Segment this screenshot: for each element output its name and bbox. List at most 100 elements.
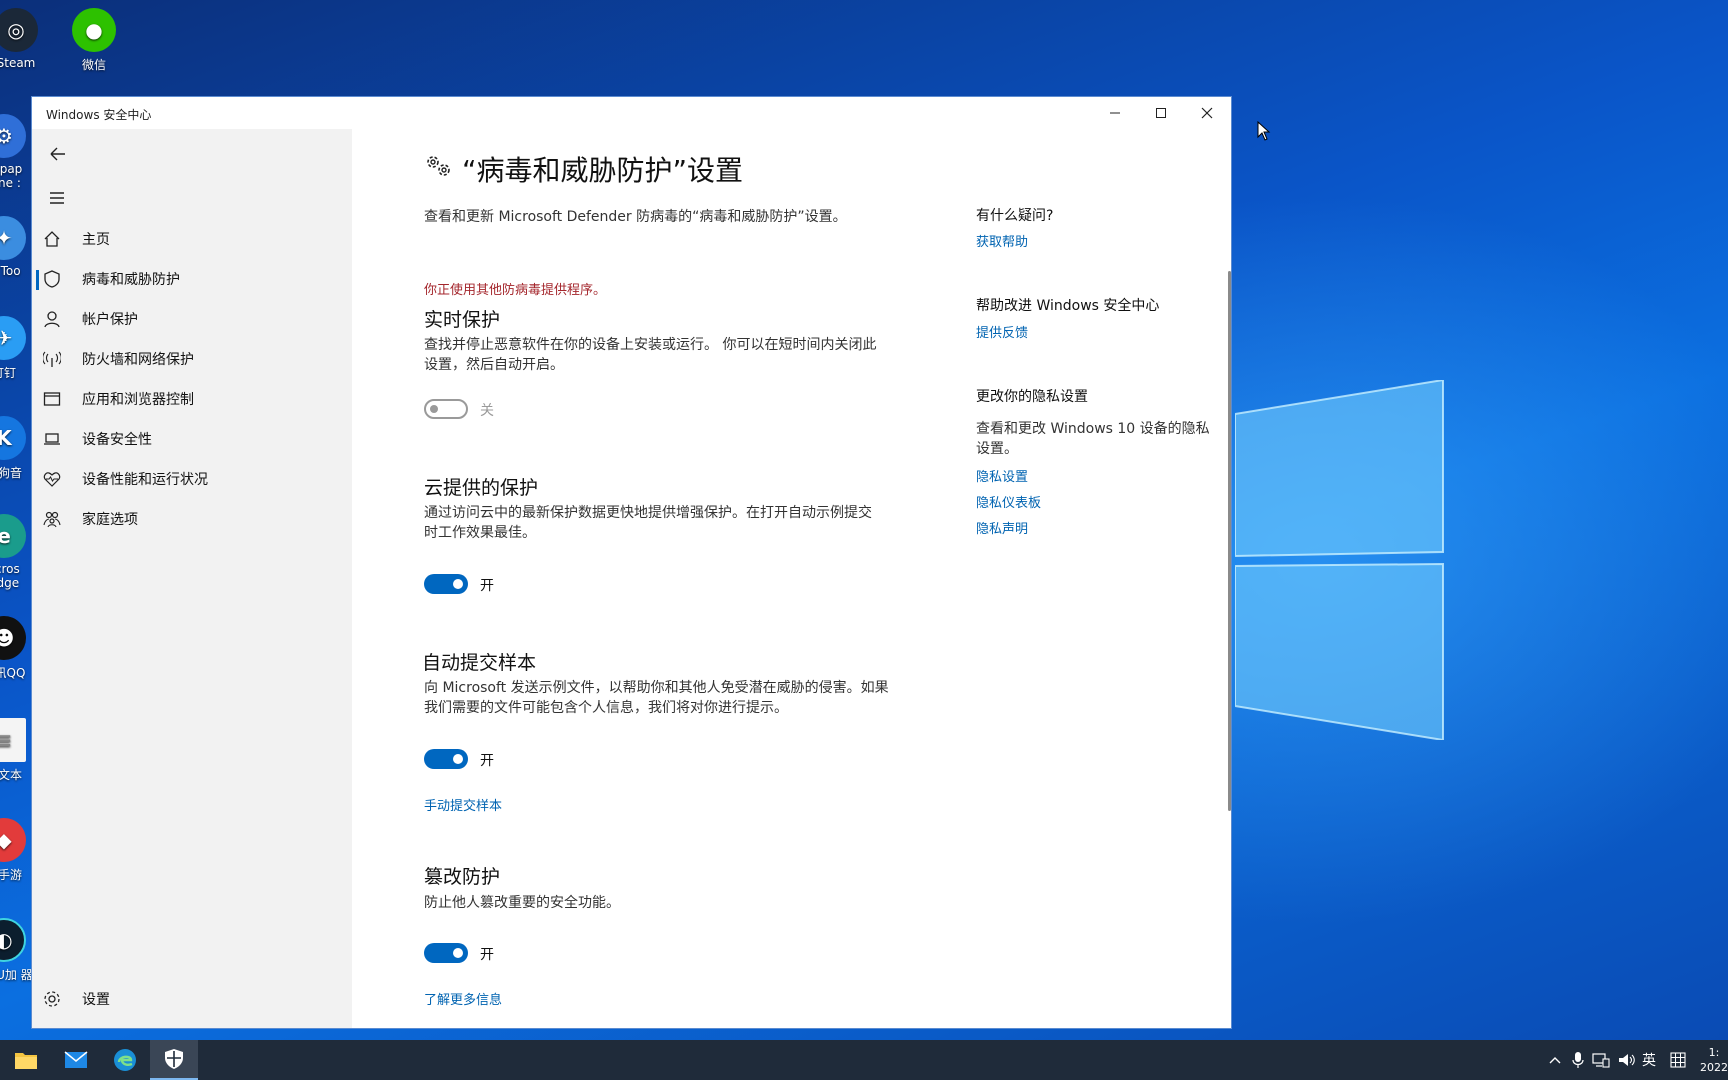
maximize-icon xyxy=(1156,108,1166,118)
sidebar-item-label: 帐户保护 xyxy=(82,312,138,328)
sidebar-item-account-protection[interactable]: 帐户保护 xyxy=(32,299,352,339)
clock-date: 2022 xyxy=(1700,1061,1728,1074)
desktop-icon-tools[interactable]: ✦ tt Too xyxy=(0,212,34,278)
chevron-up-icon xyxy=(1549,1057,1561,1064)
sidebar-item-device-performance[interactable]: 设备性能和运行状况 xyxy=(32,459,352,499)
browser-window-icon xyxy=(42,389,62,409)
section-title-realtime: 实时保护 xyxy=(424,309,501,331)
desktop-icon-uu-booster[interactable]: ◐ 易UU加 器 xyxy=(0,914,34,983)
maximize-button[interactable] xyxy=(1138,97,1184,129)
heart-pulse-icon xyxy=(42,469,62,489)
main-content: “病毒和威胁防护”设置 查看和更新 Microsoft Defender 防病毒… xyxy=(352,129,1231,1028)
kugou-icon: K xyxy=(0,416,26,460)
desktop-icon-label: 讯手游 xyxy=(0,868,22,882)
privacy-settings-link[interactable]: 隐私设置 xyxy=(976,466,1028,485)
scrollbar[interactable] xyxy=(1228,271,1231,811)
person-icon xyxy=(42,309,62,329)
folder-icon xyxy=(15,1053,37,1069)
security-center-window: Windows 安全中心 主页 病毒和威胁防护 帐户保护 防火墙和网络保护 应用… xyxy=(31,96,1232,1029)
privacy-desc-1: 查看和更改 Windows 10 设备的隐私 xyxy=(976,421,1210,437)
gears-icon xyxy=(424,153,452,186)
taskbar-edge[interactable] xyxy=(101,1040,149,1080)
taskbar-file-explorer[interactable] xyxy=(2,1040,50,1080)
taskbar-security-center[interactable] xyxy=(150,1040,198,1080)
sidebar-item-settings[interactable]: 设置 xyxy=(32,979,352,1019)
close-button[interactable] xyxy=(1184,97,1230,129)
desktop-icon-qq[interactable]: ☻ 腾讯QQ xyxy=(0,612,34,681)
desktop-icon-wallpaper-engine[interactable]: ⚙ allpap gine : xyxy=(0,110,34,190)
tools-icon: ✦ xyxy=(0,216,26,260)
sidebar-item-label: 病毒和威胁防护 xyxy=(82,272,180,288)
desktop-icon-label: 易UU加 器 xyxy=(0,968,33,982)
shield-icon xyxy=(165,1049,183,1069)
desktop-icon-new-text[interactable]: ≡ 建文本 xyxy=(0,714,34,783)
hamburger-icon xyxy=(50,192,64,204)
desktop-icon-label: 酷狗音 xyxy=(0,466,22,480)
tray-volume[interactable] xyxy=(1618,1040,1636,1080)
desktop-icon-edge[interactable]: e licros Edge xyxy=(0,510,34,590)
speaker-icon xyxy=(1619,1054,1635,1066)
sidebar: 主页 病毒和威胁防护 帐户保护 防火墙和网络保护 应用和浏览器控制 设备安全性 … xyxy=(32,129,352,1028)
give-feedback-link[interactable]: 提供反馈 xyxy=(976,322,1028,341)
clock-time: 1: xyxy=(1708,1046,1720,1059)
qq-penguin-icon: ☻ xyxy=(0,616,26,660)
desktop-icon-label: 腾讯QQ xyxy=(0,666,26,680)
section-desc-sample-2: 我们需要的文件可能包含个人信息，我们将对你进行提示。 xyxy=(424,700,788,716)
cloud-protection-toggle[interactable] xyxy=(424,574,468,594)
realtime-protection-toggle[interactable] xyxy=(424,399,468,419)
privacy-dashboard-link[interactable]: 隐私仪表板 xyxy=(976,492,1041,511)
manual-submit-sample-link[interactable]: 手动提交样本 xyxy=(424,795,502,814)
help-heading: 有什么疑问? xyxy=(976,208,1054,224)
desktop-icon-label: 微信 xyxy=(81,58,106,72)
hamburger-menu-button[interactable] xyxy=(42,183,72,213)
edge-icon xyxy=(114,1049,136,1071)
close-icon xyxy=(1201,107,1213,119)
sidebar-item-family-options[interactable]: 家庭选项 xyxy=(32,499,352,539)
minimize-icon xyxy=(1110,112,1120,114)
tray-ime-indicator[interactable]: 英 xyxy=(1642,1040,1656,1080)
back-arrow-icon xyxy=(50,147,65,161)
sidebar-item-label: 设备安全性 xyxy=(82,432,152,448)
sidebar-item-app-browser-control[interactable]: 应用和浏览器控制 xyxy=(32,379,352,419)
taskbar: 英 1: 2022 xyxy=(0,1040,1728,1080)
sidebar-item-virus-protection[interactable]: 病毒和威胁防护 xyxy=(32,259,352,299)
learn-more-link[interactable]: 了解更多信息 xyxy=(424,989,502,1008)
desktop-icon-wechat[interactable]: ● 微信 xyxy=(52,4,136,73)
mouse-cursor-icon xyxy=(1257,121,1271,141)
tray-clock[interactable]: 1: 2022 xyxy=(1700,1040,1728,1080)
desktop-icon-mobile-games[interactable]: ◆ 讯手游 xyxy=(0,814,34,883)
tray-microphone[interactable] xyxy=(1572,1040,1584,1080)
sidebar-item-device-security[interactable]: 设备安全性 xyxy=(32,419,352,459)
realtime-toggle-state: 关 xyxy=(480,403,494,419)
wallpaper-engine-icon: ⚙ xyxy=(0,114,26,158)
get-help-link[interactable]: 获取帮助 xyxy=(976,231,1028,250)
mail-icon xyxy=(64,1051,88,1068)
desktop-icon-kugou[interactable]: K 酷狗音 xyxy=(0,412,34,481)
section-desc-realtime-2: 设置，然后自动开启。 xyxy=(424,357,564,373)
warning-text: 你正使用其他防病毒提供程序。 xyxy=(424,283,607,298)
text-file-icon: ≡ xyxy=(0,718,26,762)
windows-logo-wallpaper xyxy=(1235,380,1444,740)
taskbar-mail[interactable] xyxy=(52,1040,100,1080)
tray-chevron[interactable] xyxy=(1548,1040,1562,1080)
privacy-statement-link[interactable]: 隐私声明 xyxy=(976,518,1028,537)
window-title: Windows 安全中心 xyxy=(46,108,152,122)
section-desc-tamper-1: 防止他人篡改重要的安全功能。 xyxy=(424,895,620,911)
tamper-protection-toggle[interactable] xyxy=(424,943,468,963)
desktop-icon-dingtalk[interactable]: ✈ 钉钉 xyxy=(0,312,34,381)
page-title-text: “病毒和威胁防护”设置 xyxy=(462,154,744,187)
desktop-icon-steam[interactable]: ◎ Steam xyxy=(0,4,58,70)
back-button[interactable] xyxy=(42,139,72,169)
sidebar-item-home[interactable]: 主页 xyxy=(32,219,352,259)
dingtalk-icon: ✈ xyxy=(0,316,26,360)
minimize-button[interactable] xyxy=(1092,97,1138,129)
antenna-icon xyxy=(42,349,62,369)
sidebar-item-firewall[interactable]: 防火墙和网络保护 xyxy=(32,339,352,379)
desktop-icon-label: Steam xyxy=(0,56,36,70)
desktop-icon-label: 钉钉 xyxy=(0,366,16,380)
tray-network[interactable] xyxy=(1592,1040,1610,1080)
sample-submission-toggle[interactable] xyxy=(424,749,468,769)
sidebar-item-label: 设备性能和运行状况 xyxy=(82,472,208,488)
improve-heading: 帮助改进 Windows 安全中心 xyxy=(976,298,1160,314)
tray-ime-mode[interactable] xyxy=(1670,1040,1686,1080)
